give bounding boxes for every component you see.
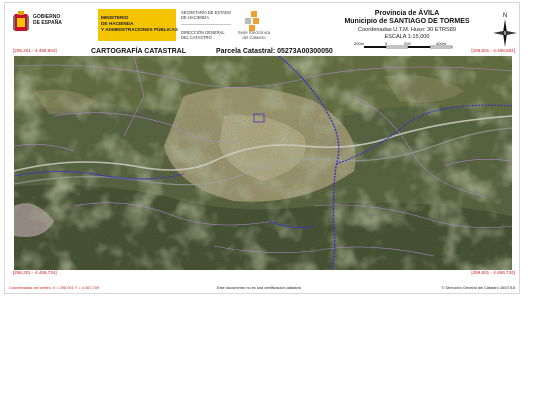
corner-top-left: [296,201 - 4.468,684] xyxy=(13,48,57,53)
secretaria-label: SECRETARÍA DE ESTADO DE HACIENDA xyxy=(181,10,231,20)
scale-bar: 200m 0 200 400m xyxy=(354,41,453,49)
government-label: GOBIERNO DE ESPAÑA xyxy=(33,14,62,26)
disclaimer: Este documento no es una certificación c… xyxy=(217,285,301,290)
coat-of-arms-icon xyxy=(13,11,29,31)
gobierno-line-2: DE ESPAÑA xyxy=(33,20,62,26)
aerial-map[interactable] xyxy=(14,56,512,270)
corner-bottom-left: [296,201 - 4.466,734] xyxy=(13,270,57,275)
coordinate-system: Coordenadas U.T.M. Huso: 30 ETRS89 xyxy=(358,27,456,33)
corner-top-right: [299,601 - 4.468,684] xyxy=(471,48,515,53)
cartografia-title: CARTOGRAFÍA CATASTRAL xyxy=(91,48,187,55)
parcela-title: Parcela Catastral: 05273A00300050 xyxy=(216,48,333,55)
sede-label: Sede Electrónica del Catastro xyxy=(231,30,277,40)
north-arrow-icon: N xyxy=(493,13,517,47)
copyright: © Dirección General del Catastro 16/07/1… xyxy=(441,285,515,290)
municipality-title: Municipio de SANTIAGO DE TORMES xyxy=(344,18,470,25)
scale-tick-400m: 400m xyxy=(436,41,447,46)
direccion-label: DIRECCIÓN GENERAL DEL CATASTRO xyxy=(181,30,225,40)
cadastral-sheet: GOBIERNO DE ESPAÑA MINISTERIO DE HACIEND… xyxy=(4,2,520,294)
province-title: Provincia de ÁVILA xyxy=(374,10,440,17)
header: GOBIERNO DE ESPAÑA MINISTERIO DE HACIEND… xyxy=(5,3,519,49)
secretaria-line-2: DE HACIENDA xyxy=(181,15,209,20)
scale-tick-200: 200 xyxy=(404,41,411,46)
direccion-line-2: DEL CATASTRO xyxy=(181,35,212,40)
sede-line-2: del Catastro xyxy=(242,35,266,41)
north-label: N xyxy=(503,13,507,19)
scale-tick-0: 0 xyxy=(385,41,388,46)
corner-bottom-right: [299,601 - 4.466,734] xyxy=(471,270,515,275)
aerial-imagery xyxy=(14,56,512,270)
scale-tick-200m: 200m xyxy=(354,41,365,46)
ministry-label: MINISTERIO DE HACIENDA Y ADMINISTRACIONE… xyxy=(101,15,178,32)
center-coordinates: Coordenadas del centro: X = 298,001 Y = … xyxy=(9,285,100,290)
scale-label: ESCALA 1:15,000 xyxy=(384,34,430,40)
ministerio-line-3: Y ADMINISTRACIONES PÚBLICAS xyxy=(101,26,178,32)
